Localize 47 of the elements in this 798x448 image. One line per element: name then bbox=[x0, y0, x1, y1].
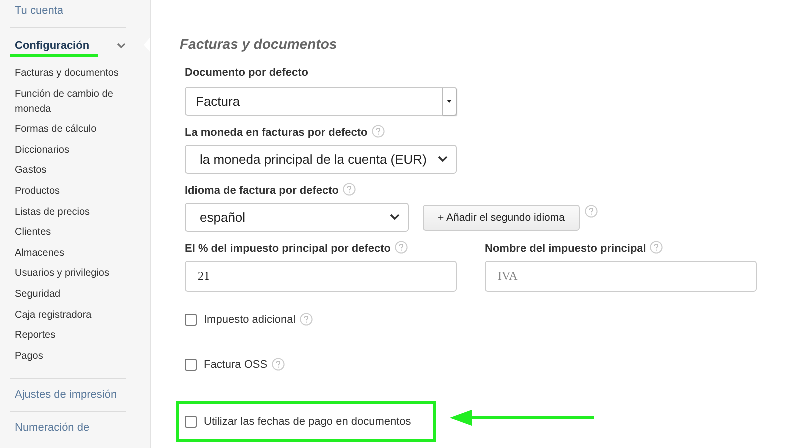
chevron-down-icon bbox=[438, 156, 448, 163]
sidebar-item[interactable]: Gastos bbox=[0, 163, 140, 178]
sidebar-item[interactable]: Pagos bbox=[0, 348, 140, 364]
dropdown[interactable]: la moneda principal de la cuenta (EUR) bbox=[185, 145, 457, 174]
sidebar-item[interactable]: Usuarios y privilegios bbox=[0, 266, 140, 282]
checkbox[interactable] bbox=[185, 314, 197, 326]
sidebar-item[interactable]: Productos bbox=[0, 184, 140, 199]
help-icon[interactable] bbox=[650, 241, 664, 254]
section-title[interactable]: Configuración bbox=[10, 40, 98, 57]
sidebar-item[interactable]: Clientes bbox=[0, 225, 140, 240]
checkbox[interactable] bbox=[185, 416, 197, 428]
sidebar-item[interactable]: Almacenes bbox=[0, 246, 140, 261]
help-icon[interactable] bbox=[343, 183, 356, 196]
sidebar-item[interactable]: Listas de precios bbox=[0, 204, 140, 220]
text-field[interactable]: 21 bbox=[185, 261, 457, 292]
checkbox[interactable] bbox=[185, 358, 197, 370]
account-link[interactable]: Tu cuenta bbox=[0, 5, 150, 17]
add-language-button[interactable]: + Añadir el segundo idioma bbox=[423, 204, 580, 230]
sidebar-item[interactable]: Función de cambio de moneda bbox=[0, 86, 140, 117]
dropdown[interactable]: Factura bbox=[185, 87, 457, 116]
text-field[interactable]: IVA bbox=[485, 261, 757, 292]
chevron-down-icon bbox=[390, 214, 400, 221]
field-label: El % del impuesto principal por defecto bbox=[185, 243, 391, 255]
sidebar-item[interactable]: Facturas y documentos bbox=[0, 66, 140, 81]
sidebar-item[interactable]: Caja registradora bbox=[0, 308, 140, 323]
help-icon[interactable] bbox=[300, 313, 313, 326]
caret-down-icon bbox=[447, 100, 452, 103]
field-label: Nombre del impuesto principal bbox=[485, 243, 646, 255]
sidebar-link[interactable]: Numeración de bbox=[0, 422, 150, 434]
field-label: La moneda en facturas por defecto bbox=[185, 127, 368, 139]
checkbox-label: Utilizar las fechas de pago en documentos bbox=[204, 416, 412, 428]
help-icon[interactable] bbox=[372, 125, 385, 138]
checkbox-label: Impuesto adicional bbox=[204, 314, 296, 326]
sidebar-item[interactable]: Seguridad bbox=[0, 286, 140, 302]
field-label: Documento por defecto bbox=[185, 67, 308, 79]
help-icon[interactable] bbox=[272, 358, 285, 371]
sidebar-link[interactable]: Ajustes de impresión bbox=[0, 388, 150, 401]
dropdown[interactable]: español bbox=[185, 203, 409, 232]
sidebar-item[interactable]: Diccionarios bbox=[0, 142, 140, 158]
checkbox-label: Factura OSS bbox=[204, 358, 268, 370]
field-label: Idioma de factura por defecto bbox=[185, 185, 340, 197]
help-icon[interactable] bbox=[584, 205, 598, 218]
help-icon[interactable] bbox=[394, 241, 408, 254]
sidebar-item[interactable]: Reportes bbox=[0, 328, 140, 344]
chevron-down-icon[interactable] bbox=[117, 43, 126, 49]
section-heading: Facturas y documentos bbox=[180, 36, 338, 52]
sidebar-item[interactable]: Formas de cálculo bbox=[0, 122, 140, 138]
